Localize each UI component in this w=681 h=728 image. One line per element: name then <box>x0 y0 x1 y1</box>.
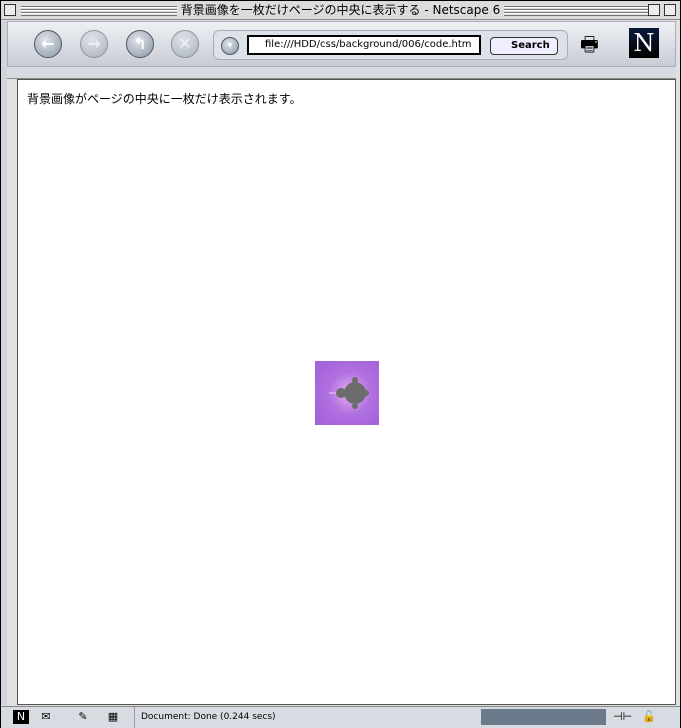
url-text: file:///HDD/css/background/006/code.htm <box>265 39 472 50</box>
window-title: 背景画像を一枚だけページの中央に表示する - Netscape 6 <box>176 3 505 17</box>
body-text: 背景画像がページの中央に一枚だけ表示されます。 <box>27 92 302 106</box>
status-text: Document: Done (0.244 secs) <box>134 707 479 728</box>
zoom-box[interactable] <box>648 4 660 16</box>
url-input[interactable]: file:///HDD/css/background/006/code.htm <box>247 35 481 55</box>
title-bar: 背景画像を一枚だけページの中央に表示する - Netscape 6 <box>1 1 680 20</box>
status-bar: N ✉ ✎ ▦ Document: Done (0.244 secs) ⊣⊢ 🔓 <box>1 706 680 728</box>
progress-bar <box>481 709 606 725</box>
back-button[interactable]: ← <box>34 30 62 58</box>
search-label: Search <box>511 40 550 51</box>
mail-icon[interactable]: ✉ <box>38 710 54 724</box>
stop-button[interactable]: ✕ <box>171 30 199 58</box>
collapse-box[interactable] <box>664 4 676 16</box>
page-content: 背景画像がページの中央に一枚だけ表示されます。 <box>17 79 676 705</box>
forward-button[interactable]: → <box>80 30 108 58</box>
search-button[interactable]: Search <box>490 37 558 55</box>
mandelbrot-background-image <box>315 361 379 425</box>
browser-window: 背景画像を一枚だけページの中央に表示する - Netscape 6 ← → ↰ … <box>0 0 681 728</box>
personal-toolbar <box>7 67 676 79</box>
netscape-icon[interactable]: N <box>13 710 29 724</box>
online-icon[interactable]: ⊣⊢ <box>613 710 632 724</box>
title-wrap: 背景画像を一枚だけページの中央に表示する - Netscape 6 <box>1 3 680 17</box>
lock-icon[interactable]: 🔓 <box>641 710 657 724</box>
composer-icon[interactable]: ✎ <box>75 710 91 724</box>
bookmark-dropdown-icon[interactable]: ▾ <box>221 37 239 55</box>
navigation-toolbar: ← → ↰ ✕ ▾ file:///HDD/css/background/006… <box>7 21 676 67</box>
reload-button[interactable]: ↰ <box>126 30 154 58</box>
print-icon[interactable]: 🖶 <box>580 30 599 64</box>
sidebar-grip[interactable] <box>1 21 7 705</box>
address-book-icon[interactable]: ▦ <box>105 710 121 724</box>
netscape-logo[interactable]: N <box>629 28 659 58</box>
